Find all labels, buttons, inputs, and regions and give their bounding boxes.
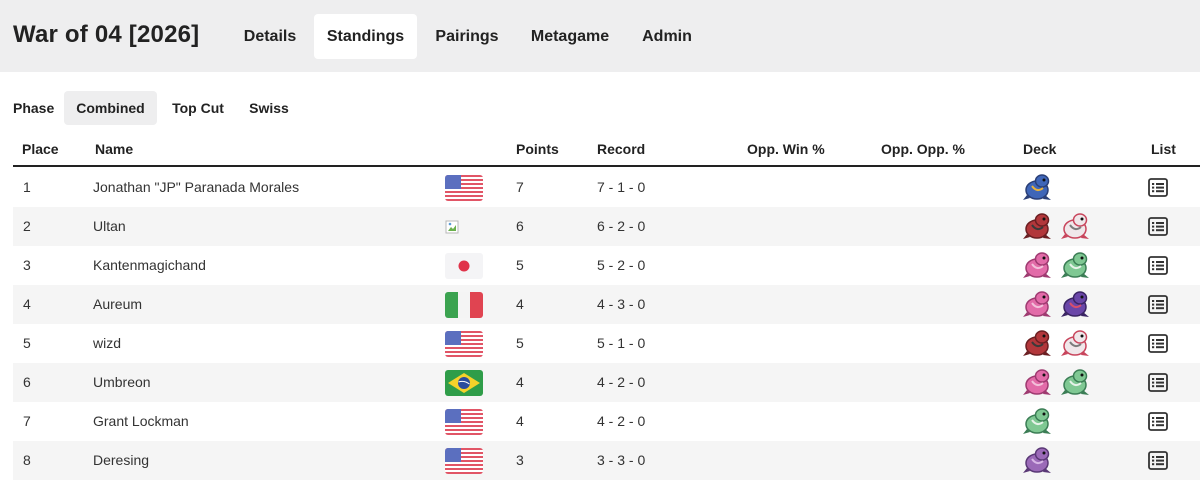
br-flag-icon [445, 370, 483, 396]
white-pokemon-icon [1061, 213, 1089, 239]
tab-standings[interactable]: Standings [314, 14, 417, 59]
phase-label: Phase [13, 100, 55, 116]
deck-icons[interactable] [1021, 288, 1093, 320]
table-row: 4 Aureum 4 4 - 3 - 0 [13, 285, 1200, 324]
place-cell: 5 [23, 335, 31, 351]
us-flag-icon [445, 175, 483, 201]
points-cell: 4 [516, 413, 524, 429]
tab-details[interactable]: Details [229, 14, 311, 59]
pink-pokemon-icon [1023, 369, 1051, 395]
decklist-icon[interactable] [1148, 451, 1168, 470]
player-name[interactable]: Kantenmagichand [93, 246, 206, 285]
player-name[interactable]: wizd [93, 324, 121, 363]
green-pokemon-icon [1061, 252, 1089, 278]
place-cell: 4 [23, 296, 31, 312]
decklist-icon[interactable] [1148, 373, 1168, 392]
column-header-place[interactable]: Place [22, 141, 59, 157]
record-cell: 3 - 3 - 0 [597, 452, 646, 468]
decklist-icon[interactable] [1148, 334, 1168, 353]
deck-icons[interactable] [1021, 210, 1093, 242]
decklist-icon[interactable] [1148, 178, 1168, 197]
phase-top-cut-button[interactable]: Top Cut [160, 91, 236, 125]
table-row: 3 Kantenmagichand 5 5 - 2 - 0 [13, 246, 1200, 285]
points-cell: 4 [516, 374, 524, 390]
decklist-icon[interactable] [1148, 412, 1168, 431]
points-cell: 5 [516, 257, 524, 273]
record-cell: 4 - 2 - 0 [597, 413, 646, 429]
tournament-title: War of 04 [2026] [13, 21, 200, 48]
tab-metagame[interactable]: Metagame [516, 14, 624, 59]
player-name[interactable]: Ultan [93, 207, 126, 246]
column-header-deck[interactable]: Deck [1023, 141, 1056, 157]
place-cell: 8 [23, 452, 31, 468]
it-flag-icon [445, 292, 483, 318]
record-cell: 5 - 2 - 0 [597, 257, 646, 273]
player-name[interactable]: Grant Lockman [93, 402, 189, 441]
record-cell: 4 - 2 - 0 [597, 374, 646, 390]
deck-icons[interactable] [1021, 327, 1093, 359]
us-flag-icon [445, 331, 483, 357]
tab-admin[interactable]: Admin [628, 14, 706, 59]
decklist-icon[interactable] [1148, 256, 1168, 275]
place-cell: 2 [23, 218, 31, 234]
player-name[interactable]: Aureum [93, 285, 142, 324]
blue-pokemon-icon [1023, 174, 1051, 200]
us-flag-icon [445, 448, 483, 474]
white-pokemon-icon [1061, 330, 1089, 356]
points-cell: 3 [516, 452, 524, 468]
top-navbar: War of 04 [2026] Details Standings Pairi… [0, 0, 1200, 72]
column-header-opp-win[interactable]: Opp. Win % [747, 141, 825, 157]
place-cell: 7 [23, 413, 31, 429]
record-cell: 6 - 2 - 0 [597, 218, 646, 234]
phase-combined-button[interactable]: Combined [64, 91, 157, 125]
deck-icons[interactable] [1021, 405, 1055, 437]
jp-flag-icon [445, 253, 483, 279]
column-header-points[interactable]: Points [516, 141, 559, 157]
broken-flag-icon [445, 214, 483, 240]
column-header-name[interactable]: Name [95, 141, 133, 157]
pink-pokemon-icon [1023, 291, 1051, 317]
table-row: 7 Grant Lockman 4 4 - 2 - 0 [13, 402, 1200, 441]
points-cell: 4 [516, 296, 524, 312]
place-cell: 6 [23, 374, 31, 390]
column-header-record[interactable]: Record [597, 141, 645, 157]
deck-icons[interactable] [1021, 171, 1055, 203]
column-header-list[interactable]: List [1151, 141, 1176, 157]
table-row: 2 Ultan 6 6 - 2 - 0 [13, 207, 1200, 246]
tab-pairings[interactable]: Pairings [422, 14, 512, 59]
points-cell: 5 [516, 335, 524, 351]
phase-swiss-button[interactable]: Swiss [240, 91, 298, 125]
red-pokemon-icon [1023, 330, 1051, 356]
deck-icons[interactable] [1021, 249, 1093, 281]
record-cell: 4 - 3 - 0 [597, 296, 646, 312]
red-pokemon-icon [1023, 213, 1051, 239]
table-row: 6 Umbreon 4 4 - 2 - 0 [13, 363, 1200, 402]
record-cell: 5 - 1 - 0 [597, 335, 646, 351]
deck-icons[interactable] [1021, 444, 1055, 476]
points-cell: 7 [516, 179, 524, 195]
deck-icons[interactable] [1021, 366, 1093, 398]
column-header-opp-opp[interactable]: Opp. Opp. % [881, 141, 965, 157]
us-flag-icon [445, 409, 483, 435]
place-cell: 1 [23, 179, 31, 195]
player-name[interactable]: Umbreon [93, 363, 151, 402]
green-pokemon-icon [1023, 408, 1051, 434]
points-cell: 6 [516, 218, 524, 234]
decklist-icon[interactable] [1148, 217, 1168, 236]
table-row: 1 Jonathan "JP" Paranada Morales 7 7 - 1 - … [13, 168, 1200, 207]
table-row: 8 Deresing 3 3 - 3 - 0 [13, 441, 1200, 480]
pink-pokemon-icon [1023, 252, 1051, 278]
purple-pokemon-icon [1061, 291, 1089, 317]
green-pokemon-icon [1061, 369, 1089, 395]
player-name[interactable]: Jonathan "JP" Paranada Morales [93, 168, 299, 207]
place-cell: 3 [23, 257, 31, 273]
decklist-icon[interactable] [1148, 295, 1168, 314]
record-cell: 7 - 1 - 0 [597, 179, 646, 195]
player-name[interactable]: Deresing [93, 441, 149, 480]
table-row: 5 wizd 5 5 - 1 - 0 [13, 324, 1200, 363]
table-header-divider [13, 165, 1200, 167]
violet-pokemon-icon [1023, 447, 1051, 473]
